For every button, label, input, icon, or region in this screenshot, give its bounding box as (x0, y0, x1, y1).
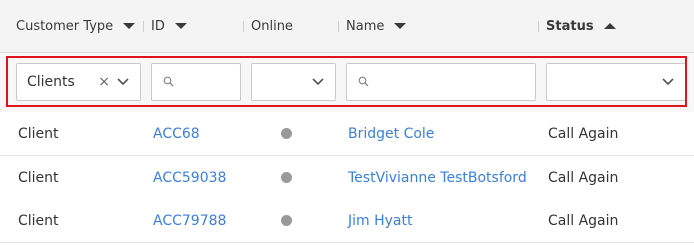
customer-type-filter-value: Clients (27, 74, 75, 90)
name-link[interactable]: TestVivianne TestBotsford (348, 156, 527, 199)
column-label-online: Online (251, 18, 293, 34)
sort-down-icon[interactable] (123, 23, 136, 29)
column-separator (538, 21, 539, 32)
sort-down-icon[interactable] (394, 23, 407, 29)
customer-type-cell: Client (18, 212, 59, 229)
column-label-status: Status (546, 18, 594, 34)
offline-dot-icon (281, 215, 292, 226)
column-separator (338, 21, 339, 32)
online-status-cell (281, 156, 292, 199)
online-filter-select[interactable] (251, 63, 336, 101)
name-search-field[interactable] (373, 64, 529, 100)
column-header-name[interactable]: Name (338, 0, 407, 52)
status-cell: Call Again (548, 169, 619, 186)
status-cell: Call Again (548, 125, 619, 142)
status-filter-select[interactable] (546, 63, 686, 101)
customer-grid: Customer Type ID Online Name Status Clie… (0, 0, 694, 246)
column-separator (143, 21, 144, 32)
column-header-online[interactable]: Online (243, 0, 293, 52)
id-search-field[interactable] (178, 64, 234, 100)
id-link[interactable]: ACC79788 (153, 199, 226, 242)
column-header-id[interactable]: ID (143, 0, 187, 52)
chevron-down-icon[interactable] (662, 78, 674, 86)
name-link[interactable]: Jim Hyatt (348, 199, 412, 242)
id-link[interactable]: ACC68 (153, 112, 200, 155)
clear-icon[interactable]: × (98, 64, 110, 100)
column-separator (243, 21, 244, 32)
status-cell: Call Again (548, 212, 619, 229)
column-header-status[interactable]: Status (538, 0, 616, 52)
chevron-down-icon[interactable] (117, 78, 129, 86)
customer-type-filter-select[interactable]: Clients × (16, 63, 141, 101)
column-label-customer-type: Customer Type (16, 18, 114, 34)
column-label-id: ID (151, 18, 165, 34)
customer-type-cell: Client (18, 169, 59, 186)
name-link[interactable]: Bridget Cole (348, 112, 434, 155)
id-filter-input[interactable] (151, 63, 241, 101)
search-icon (163, 76, 174, 87)
table-row[interactable]: Client ACC68 Bridget Cole Call Again (0, 112, 694, 156)
chevron-down-icon[interactable] (312, 78, 324, 86)
search-icon (358, 76, 369, 87)
name-filter-input[interactable] (346, 63, 536, 101)
online-status-cell (281, 199, 292, 242)
grid-header: Customer Type ID Online Name Status (0, 0, 694, 53)
online-status-cell (281, 112, 292, 155)
column-label-name: Name (346, 18, 385, 34)
id-link[interactable]: ACC59038 (153, 156, 226, 199)
column-header-customer-type[interactable]: Customer Type (16, 0, 136, 52)
table-row[interactable]: Client ACC59038 TestVivianne TestBotsfor… (0, 156, 694, 200)
customer-type-cell: Client (18, 125, 59, 142)
sort-up-icon[interactable] (603, 23, 616, 29)
offline-dot-icon (281, 128, 292, 139)
table-row[interactable]: Client ACC79788 Jim Hyatt Call Again (0, 199, 694, 243)
sort-down-icon[interactable] (174, 23, 187, 29)
offline-dot-icon (281, 172, 292, 183)
